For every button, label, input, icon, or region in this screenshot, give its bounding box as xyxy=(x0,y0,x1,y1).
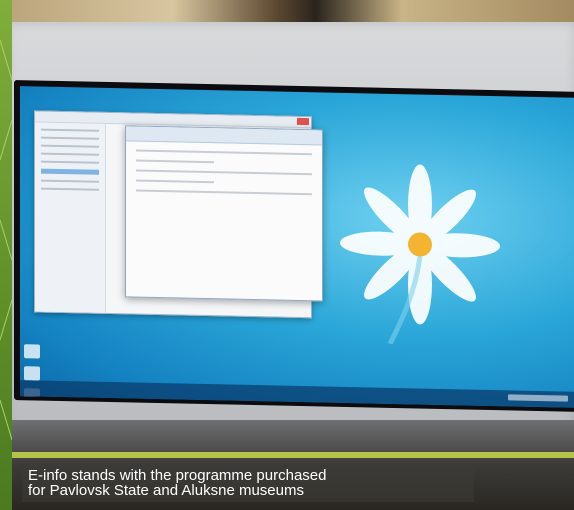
sidebar-item[interactable] xyxy=(41,187,99,191)
kiosk-screen xyxy=(14,80,574,412)
dialog-text xyxy=(136,149,312,156)
explorer-window[interactable] xyxy=(34,110,323,319)
system-tray[interactable] xyxy=(508,394,568,402)
setup-dialog[interactable] xyxy=(125,125,323,302)
sidebar-item[interactable] xyxy=(41,160,99,164)
sidebar-item[interactable] xyxy=(41,179,99,183)
caption-line-2: for Pavlovsk State and Aluksne museums xyxy=(28,482,304,499)
window-sidebar xyxy=(35,122,106,313)
sidebar-item[interactable] xyxy=(41,136,99,140)
green-border xyxy=(0,0,12,510)
dialog-text xyxy=(136,179,215,184)
dialog-titlebar[interactable] xyxy=(126,126,322,146)
close-icon[interactable] xyxy=(297,117,309,126)
desktop-icons xyxy=(24,336,52,408)
dialog-text xyxy=(136,189,312,196)
sidebar-item[interactable] xyxy=(41,144,99,148)
desktop-shortcut-icon[interactable] xyxy=(24,344,40,359)
sidebar-item-selected[interactable] xyxy=(41,168,99,175)
desktop-shortcut-icon[interactable] xyxy=(24,366,40,381)
dialog-text xyxy=(136,169,312,176)
photo-caption: E-info stands with the programme purchas… xyxy=(22,466,474,502)
photo-scene: E-info stands with the programme purchas… xyxy=(0,0,574,510)
caption-line-1: E-info stands with the programme purchas… xyxy=(28,467,327,484)
dialog-text xyxy=(136,159,215,164)
decorative-lines-icon xyxy=(0,39,12,441)
green-light-strip xyxy=(0,452,574,458)
sidebar-item[interactable] xyxy=(41,152,99,156)
windows-desktop xyxy=(20,86,574,408)
daisy-wallpaper-icon xyxy=(340,164,500,346)
sidebar-item[interactable] xyxy=(41,128,99,132)
